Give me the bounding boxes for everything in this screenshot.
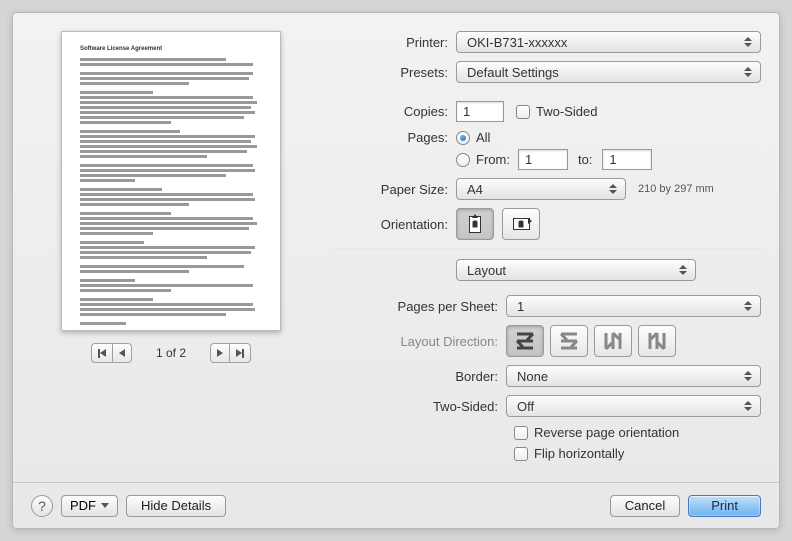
portrait-icon <box>469 216 481 233</box>
two-sided-checkbox-label: Two-Sided <box>536 104 597 119</box>
paper-size-note: 210 by 297 mm <box>638 183 714 195</box>
pages-label: Pages: <box>331 130 456 145</box>
orientation-portrait-button[interactable] <box>456 208 494 240</box>
reverse-orientation-checkbox[interactable] <box>514 426 528 440</box>
landscape-icon <box>513 218 530 230</box>
preview-doc-title: Software License Agreement <box>80 46 262 52</box>
orientation-label: Orientation: <box>331 217 456 232</box>
footer-divider <box>31 479 761 480</box>
select-arrows-icon <box>740 34 756 50</box>
cancel-button[interactable]: Cancel <box>610 495 680 517</box>
first-page-button[interactable] <box>91 343 113 363</box>
print-dialog: Software License Agreement 1 o <box>12 12 780 529</box>
select-arrows-icon <box>675 262 691 278</box>
flip-horizontally-label: Flip horizontally <box>534 446 624 461</box>
preview-nav: 1 of 2 <box>31 343 311 363</box>
presets-label: Presets: <box>331 65 456 80</box>
copies-input[interactable]: 1 <box>456 101 504 122</box>
pages-to-input[interactable]: 1 <box>602 149 652 170</box>
preview-column: Software License Agreement 1 o <box>31 31 311 469</box>
layout-dir-3-button[interactable] <box>594 325 632 357</box>
layout-direction-label: Layout Direction: <box>331 334 506 349</box>
border-label: Border: <box>331 369 506 384</box>
orientation-landscape-button[interactable] <box>502 208 540 240</box>
print-button[interactable]: Print <box>688 495 761 517</box>
paper-size-select[interactable]: A4 <box>456 178 626 200</box>
select-arrows-icon <box>740 298 756 314</box>
pages-per-sheet-select[interactable]: 1 <box>506 295 761 317</box>
printer-select[interactable]: OKI-B731-xxxxxx <box>456 31 761 53</box>
reverse-orientation-label: Reverse page orientation <box>534 425 679 440</box>
preview-page: Software License Agreement <box>61 31 281 331</box>
divider <box>331 248 761 249</box>
help-button[interactable]: ? <box>31 495 53 517</box>
pages-per-sheet-label: Pages per Sheet: <box>331 299 506 314</box>
section-select[interactable]: Layout <box>456 259 696 281</box>
pages-from-label: From: <box>476 152 510 167</box>
pages-all-radio[interactable] <box>456 131 470 145</box>
dialog-content: Software License Agreement 1 o <box>13 13 779 479</box>
two-sided-select[interactable]: Off <box>506 395 761 417</box>
presets-select[interactable]: Default Settings <box>456 61 761 83</box>
pages-all-label: All <box>476 130 490 145</box>
settings-column: Printer: OKI-B731-xxxxxx Presets: Defaul… <box>331 31 761 469</box>
last-page-button[interactable] <box>230 343 251 363</box>
paper-size-label: Paper Size: <box>331 182 456 197</box>
question-icon: ? <box>38 498 46 514</box>
two-sided-checkbox[interactable] <box>516 105 530 119</box>
hide-details-button[interactable]: Hide Details <box>126 495 226 517</box>
border-select[interactable]: None <box>506 365 761 387</box>
page-indicator: 1 of 2 <box>142 346 200 360</box>
select-arrows-icon <box>605 181 621 197</box>
layout-dir-1-button[interactable] <box>506 325 544 357</box>
pages-to-label: to: <box>568 152 602 167</box>
two-sided-label: Two-Sided: <box>331 399 506 414</box>
prev-page-button[interactable] <box>113 343 132 363</box>
select-arrows-icon <box>740 64 756 80</box>
copies-label: Copies: <box>331 104 456 119</box>
select-arrows-icon <box>740 398 756 414</box>
layout-dir-4-button[interactable] <box>638 325 676 357</box>
next-page-button[interactable] <box>210 343 230 363</box>
caret-down-icon <box>101 503 109 508</box>
dialog-footer: ? PDF Hide Details Cancel Print <box>13 482 779 528</box>
flip-horizontally-checkbox[interactable] <box>514 447 528 461</box>
pages-from-radio[interactable] <box>456 153 470 167</box>
select-arrows-icon <box>740 368 756 384</box>
pages-from-input[interactable]: 1 <box>518 149 568 170</box>
pdf-menu-button[interactable]: PDF <box>61 495 118 517</box>
layout-dir-2-button[interactable] <box>550 325 588 357</box>
printer-label: Printer: <box>331 35 456 50</box>
